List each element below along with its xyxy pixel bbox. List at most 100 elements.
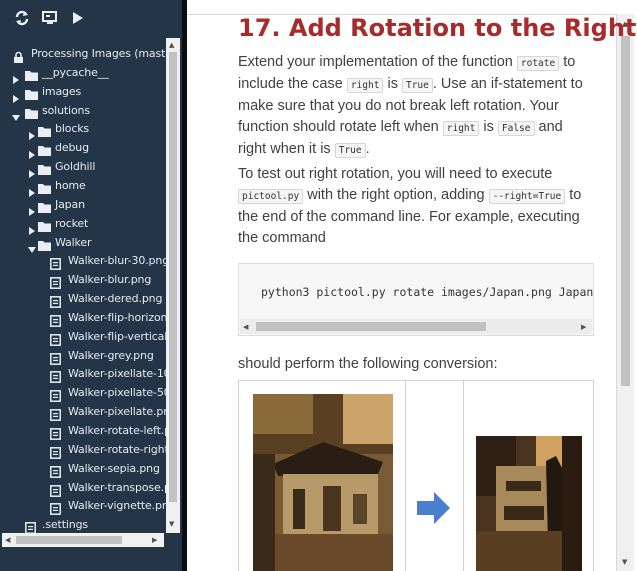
- tree-item-debug[interactable]: debug: [0, 139, 166, 160]
- file-icon: [50, 500, 63, 516]
- tree-item-label: Walker-blur.png: [68, 273, 152, 287]
- tree-item-walker-pixellate-50-png[interactable]: Walker-pixellate-50.png: [0, 384, 166, 403]
- content-vertical-scrollbar[interactable]: ▲ ▼: [617, 14, 634, 571]
- tree-item-walker-rotate-right-png[interactable]: Walker-rotate-right.png: [0, 441, 166, 460]
- tree-item-walker-blur-png[interactable]: Walker-blur.png: [0, 271, 166, 290]
- scroll-left-arrow-icon[interactable]: ◀: [243, 323, 248, 331]
- explorer-toolbar: [0, 0, 182, 38]
- tree-item-walker-sepia-png[interactable]: Walker-sepia.png: [0, 460, 166, 479]
- file-explorer-sidebar: Processing Images (master) __pycache__ima…: [0, 0, 182, 571]
- tree-item-walker[interactable]: Walker: [0, 234, 166, 253]
- tree-item-label: Walker-rotate-right.png: [68, 442, 166, 456]
- tree-item-walker-blur-30-png[interactable]: Walker-blur-30.png: [0, 252, 166, 271]
- scroll-down-arrow-icon[interactable]: ▼: [622, 558, 627, 566]
- file-icon: [50, 312, 63, 327]
- file-icon: [50, 406, 63, 422]
- original-image: [253, 394, 393, 571]
- collapsed-chevron-icon[interactable]: [28, 163, 36, 179]
- scroll-right-arrow-icon[interactable]: ▶: [581, 323, 586, 331]
- tree-item-label: Goldhill: [55, 160, 96, 174]
- expanded-chevron-icon[interactable]: [12, 107, 20, 121]
- play-icon[interactable]: [70, 10, 88, 28]
- code-horizontal-scrollbar[interactable]: ◀ ▶: [240, 319, 592, 334]
- tree-item-home[interactable]: home: [0, 177, 166, 197]
- collapsed-chevron-icon[interactable]: [12, 69, 20, 84]
- text: is: [383, 76, 402, 92]
- tree-item-walker-dered-png[interactable]: Walker-dered.png: [0, 290, 166, 309]
- tree-item-walker-vignette-png[interactable]: Walker-vignette.png: [0, 497, 166, 516]
- tree-item-label: home: [55, 178, 86, 192]
- conversion-table: [238, 380, 594, 571]
- tree-item-label: Walker-sepia.png: [68, 461, 160, 475]
- tree-item-solutions[interactable]: solutions: [0, 102, 166, 121]
- tree-item-label: Walker-dered.png: [68, 292, 163, 306]
- scroll-left-arrow-icon[interactable]: ◀: [5, 536, 10, 544]
- tree-item-japan[interactable]: Japan: [0, 196, 166, 216]
- tree-item-label: Walker-grey.png: [68, 348, 154, 362]
- tree-item-walker-rotate-left-png[interactable]: Walker-rotate-left.png: [0, 422, 166, 441]
- collapsed-chevron-icon[interactable]: [28, 220, 36, 235]
- tree-item-walker-pixellate-png[interactable]: Walker-pixellate.png: [0, 403, 166, 422]
- tree-vertical-scroll-thumb[interactable]: [169, 52, 177, 502]
- file-icon: [50, 444, 63, 459]
- scroll-down-arrow-icon[interactable]: ▼: [169, 520, 174, 528]
- tree-item-label: Walker-blur-30.png: [68, 254, 166, 268]
- text: with the right option, adding: [303, 187, 489, 203]
- tree-item-label: Walker-vignette.png: [68, 499, 166, 513]
- tree-item-label: Walker-pixellate.png: [68, 405, 166, 419]
- inline-code: rotate: [516, 56, 560, 71]
- inline-code: right: [442, 121, 480, 136]
- refresh-icon[interactable]: [14, 10, 32, 28]
- collapsed-chevron-icon[interactable]: [28, 182, 36, 197]
- tree-item-label: Walker-pixellate-50.png: [68, 386, 166, 400]
- content-vertical-scroll-thumb[interactable]: [621, 36, 630, 386]
- file-icon: [50, 425, 63, 440]
- collapsed-chevron-icon[interactable]: [12, 88, 20, 103]
- folder-icon: [38, 123, 51, 138]
- tree-item-walker-flip-vertical-png[interactable]: Walker-flip-vertical.png: [0, 328, 166, 347]
- tree-item-label: rocket: [55, 216, 89, 230]
- tree-item-label: Walker-flip-horizontal.png: [68, 310, 166, 324]
- tree-item-walker-pixellate-100-png[interactable]: Walker-pixellate-100.png: [0, 365, 166, 384]
- tree-item-label: Processing Images (master): [31, 47, 166, 60]
- tree-item-rocket[interactable]: rocket: [0, 215, 166, 235]
- tree-item-walker-transpose-png[interactable]: Walker-transpose.png: [0, 479, 166, 498]
- collapsed-chevron-icon[interactable]: [28, 144, 36, 160]
- tree-item-settings[interactable]: .settings: [0, 516, 166, 533]
- tree-horizontal-scrollbar[interactable]: ◀ ▶: [2, 533, 164, 547]
- tree-item-label: Walker-rotate-left.png: [68, 424, 166, 437]
- tree-item-blocks[interactable]: blocks: [0, 120, 166, 141]
- inline-code: False: [497, 121, 535, 136]
- file-icon: [50, 274, 63, 290]
- file-icon: [50, 463, 63, 478]
- folder-icon: [38, 199, 51, 213]
- tree-item-walker-flip-horizontal-png[interactable]: Walker-flip-horizontal.png: [0, 309, 166, 328]
- folder-icon: [38, 180, 51, 194]
- tree-item-pycache[interactable]: __pycache__: [0, 64, 166, 84]
- code-block: python3 pictool.py rotate images/Japan.p…: [238, 263, 594, 336]
- tree-vertical-scrollbar[interactable]: ▲ ▼: [166, 38, 180, 533]
- tree-item-label: blocks: [55, 122, 90, 136]
- scroll-right-arrow-icon[interactable]: ▶: [152, 536, 157, 544]
- command-line: python3 pictool.py rotate images/Japan.p…: [261, 285, 594, 299]
- text: To test out right rotation, you will nee…: [238, 166, 553, 182]
- scroll-up-arrow-icon[interactable]: ▲: [169, 41, 174, 49]
- tree-item-goldhill[interactable]: Goldhill: [0, 158, 166, 179]
- folder-icon: [25, 105, 38, 119]
- tree-item-processing-images-master[interactable]: Processing Images (master): [0, 45, 166, 64]
- text: .: [365, 141, 370, 157]
- code-horizontal-scroll-thumb[interactable]: [256, 322, 486, 331]
- tree-horizontal-scroll-thumb[interactable]: [16, 536, 122, 544]
- folder-icon: [38, 161, 51, 176]
- tree-item-label: __pycache__: [42, 65, 109, 79]
- table-column-divider: [405, 381, 406, 571]
- tree-item-images[interactable]: images: [0, 83, 166, 103]
- monitor-icon[interactable]: [42, 10, 60, 28]
- collapsed-chevron-icon[interactable]: [28, 125, 36, 141]
- section-heading: 17. Add Rotation to the Right: [238, 14, 637, 42]
- collapsed-chevron-icon[interactable]: [28, 201, 36, 216]
- instructions-paragraph-3: should perform the following conversion:: [238, 356, 498, 372]
- folder-icon: [25, 86, 38, 100]
- tree-item-walker-grey-png[interactable]: Walker-grey.png: [0, 347, 166, 366]
- expanded-chevron-icon[interactable]: [28, 239, 36, 253]
